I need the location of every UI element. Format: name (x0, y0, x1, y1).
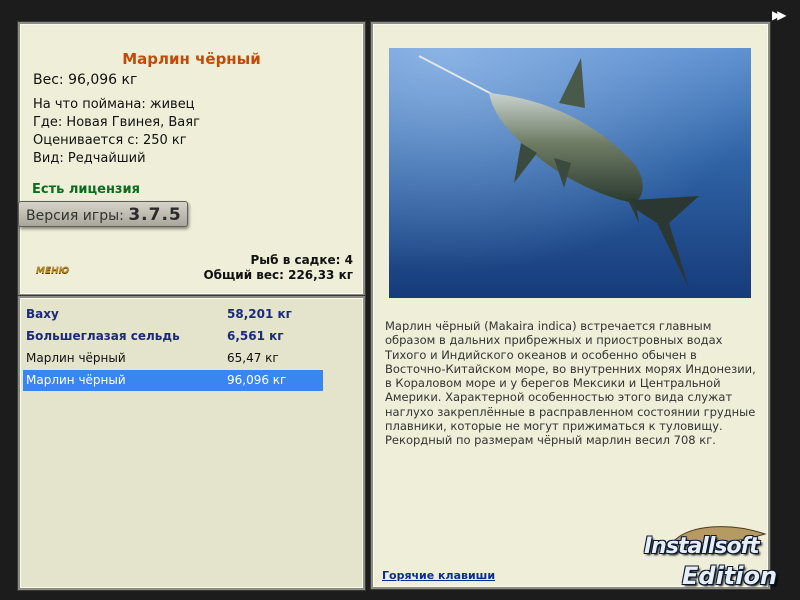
next-icon[interactable]: ▶▶ (772, 9, 794, 21)
catch-name: Большеглазая сельдь (26, 329, 180, 343)
catch-name: Марлин чёрный (26, 373, 126, 387)
fish-count: Рыб в садке: 4 (250, 253, 354, 267)
fish-photo (389, 48, 751, 298)
watermark-line1: Installsoft (644, 534, 760, 559)
list-item[interactable]: Большеглазая сельдь 6,561 кг (23, 326, 323, 347)
list-item[interactable]: Марлин чёрный 65,47 кг (23, 348, 323, 369)
license-status: Есть лицензия (32, 182, 140, 197)
keepnet-stats: Рыб в садке: 4 Общий вес: 226,33 кг (203, 253, 353, 283)
fish-description-panel: Марлин чёрный (Makaira indica) встречает… (371, 22, 770, 589)
fish-location: Где: Новая Гвинея, Ваяг (33, 115, 200, 130)
version-label: Версия игры: (26, 208, 124, 224)
menu-logo[interactable]: МЕНЮ (36, 266, 69, 276)
hotkeys-link[interactable]: Горячие клавиши (382, 569, 495, 582)
watermark-line2: Edition (682, 562, 778, 590)
catch-list-panel: Ваху 58,201 кг Большеглазая сельдь 6,561… (18, 296, 365, 590)
fish-title: Марлин чёрный (122, 50, 261, 68)
fish-description: Марлин чёрный (Makaira indica) встречает… (385, 319, 756, 448)
fish-valued: Оценивается с: 250 кг (33, 133, 187, 148)
catch-weight: 58,201 кг (227, 307, 292, 321)
list-item-selected[interactable]: Марлин чёрный 96,096 кг (23, 370, 323, 391)
catch-weight: 6,561 кг (227, 329, 284, 343)
total-weight: Общий вес: 226,33 кг (203, 268, 353, 282)
fish-info-panel: Марлин чёрный Вес: 96,096 кг На что пойм… (18, 22, 365, 296)
fish-rarity: Вид: Редчайший (33, 151, 146, 166)
catch-name: Марлин чёрный (26, 351, 126, 365)
list-item[interactable]: Ваху 58,201 кг (23, 304, 323, 325)
fish-weight: Вес: 96,096 кг (33, 72, 138, 88)
version-badge: Версия игры: 3.7.5 (18, 201, 188, 227)
catch-name: Ваху (26, 307, 59, 321)
catch-weight: 65,47 кг (227, 351, 279, 365)
catch-weight: 96,096 кг (227, 373, 287, 387)
fish-details: На что поймана: живец Где: Новая Гвинея,… (33, 96, 200, 168)
fish-bait: На что поймана: живец (33, 97, 195, 112)
version-value: 3.7.5 (128, 205, 182, 225)
installsoft-logo: Installsoft Edition (640, 520, 795, 598)
